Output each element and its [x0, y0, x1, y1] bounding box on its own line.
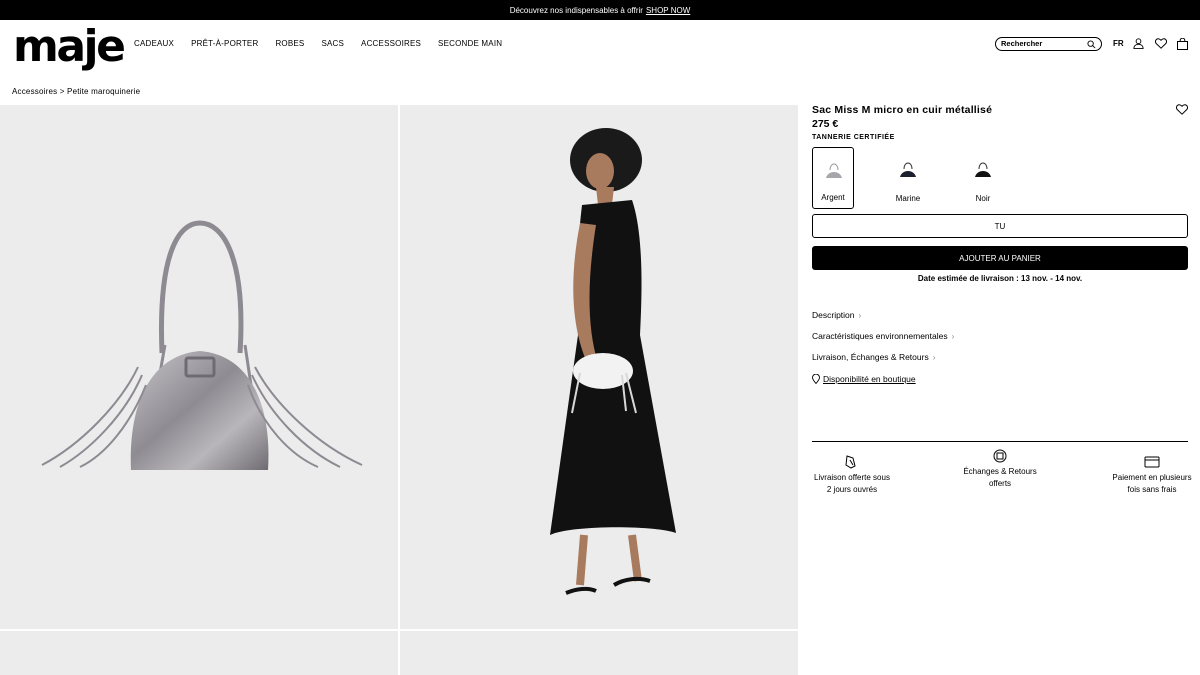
accordion-description[interactable]: Description › — [812, 310, 861, 320]
perk-free-delivery: Livraison offerte sous 2 jours ouvrés — [812, 454, 892, 496]
size-selector[interactable]: TU — [812, 214, 1188, 238]
card-icon — [1144, 456, 1160, 468]
perk-installments: Paiement en plusieurs fois sans frais — [1112, 454, 1192, 496]
product-gallery — [0, 105, 798, 675]
bag-thumbnail-icon — [975, 162, 991, 177]
accordion-environment[interactable]: Caractéristiques environnementales › — [812, 331, 954, 341]
color-swatch-argent[interactable]: Argent — [812, 147, 854, 209]
store-availability-link[interactable]: Disponibilité en boutique — [812, 374, 916, 384]
accordion-label: Description — [812, 310, 855, 320]
return-icon — [993, 449, 1007, 463]
perk-text: Livraison offerte sous 2 jours ouvrés — [814, 473, 890, 494]
perk-text: Paiement en plusieurs fois sans frais — [1112, 473, 1192, 494]
certification-badge: TANNERIE CERTIFIÉE — [812, 134, 895, 141]
chevron-right-icon: › — [932, 352, 936, 362]
user-icon[interactable] — [1133, 38, 1144, 49]
delivery-icon — [845, 455, 856, 469]
add-to-cart-button[interactable]: AJOUTER AU PANIER — [812, 246, 1188, 270]
bag-thumbnail-icon — [900, 162, 916, 177]
product-price: 275 € — [812, 118, 839, 130]
search-icon[interactable] — [1087, 40, 1096, 49]
accordion-shipping-returns[interactable]: Livraison, Échanges & Retours › — [812, 352, 935, 362]
nav-item-sacs[interactable]: SACS — [321, 39, 344, 48]
chevron-right-icon: › — [951, 331, 955, 341]
search-input[interactable]: Rechercher — [995, 37, 1102, 51]
color-label: Noir — [975, 194, 991, 203]
perk-text: Échanges & Retours offerts — [963, 467, 1037, 488]
accordion-label: Livraison, Échanges & Retours — [812, 352, 929, 362]
heart-icon[interactable] — [1155, 38, 1167, 49]
product-image-bag[interactable] — [0, 105, 398, 629]
color-label: Marine — [895, 194, 921, 203]
product-image-4[interactable] — [400, 631, 798, 675]
product-image-3[interactable] — [0, 631, 398, 675]
chevron-right-icon: › — [858, 310, 862, 320]
main-nav: CADEAUX PRÊT-À-PORTER ROBES SACS ACCESSO… — [134, 39, 502, 48]
color-label: Argent — [821, 193, 845, 202]
color-swatch-marine[interactable]: Marine — [887, 147, 929, 209]
add-to-wishlist-icon[interactable] — [1176, 104, 1188, 115]
product-title: Sac Miss M micro en cuir métallisé — [812, 104, 993, 116]
nav-item-accessoires[interactable]: ACCESSOIRES — [361, 39, 421, 48]
brand-logo[interactable]: maje — [13, 24, 126, 70]
search-placeholder: Rechercher — [1001, 39, 1043, 48]
site-header: maje CADEAUX PRÊT-À-PORTER ROBES SACS AC… — [0, 20, 1200, 80]
color-swatch-noir[interactable]: Noir — [962, 147, 1004, 209]
promo-text: Découvrez nos indispensables à offrir — [509, 5, 643, 15]
breadcrumb[interactable]: Accessoires > Petite maroquinerie — [12, 87, 140, 96]
product-image-model[interactable] — [400, 105, 798, 629]
shop-now-link[interactable]: SHOP NOW — [646, 6, 690, 15]
bag-thumbnail-icon — [826, 163, 842, 178]
perk-free-returns: Échanges & Retours offerts — [960, 448, 1040, 490]
bag-illustration — [41, 220, 363, 470]
model-illustration — [550, 128, 676, 595]
nav-item-robes[interactable]: ROBES — [275, 39, 304, 48]
promo-bar: Découvrez nos indispensables à offrir SH… — [0, 0, 1200, 20]
nav-item-pret-a-porter[interactable]: PRÊT-À-PORTER — [191, 39, 258, 48]
delivery-estimate: Date estimée de livraison : 13 nov. - 14… — [917, 274, 1083, 283]
accordion-label: Caractéristiques environnementales — [812, 331, 948, 341]
language-selector[interactable]: FR — [1113, 39, 1124, 48]
nav-item-seconde-main[interactable]: SECONDE MAIN — [438, 39, 502, 48]
availability-label: Disponibilité en boutique — [823, 374, 916, 384]
location-pin-icon — [812, 374, 820, 384]
bag-icon[interactable] — [1177, 38, 1188, 50]
nav-item-cadeaux[interactable]: CADEAUX — [134, 39, 174, 48]
divider — [812, 441, 1188, 442]
